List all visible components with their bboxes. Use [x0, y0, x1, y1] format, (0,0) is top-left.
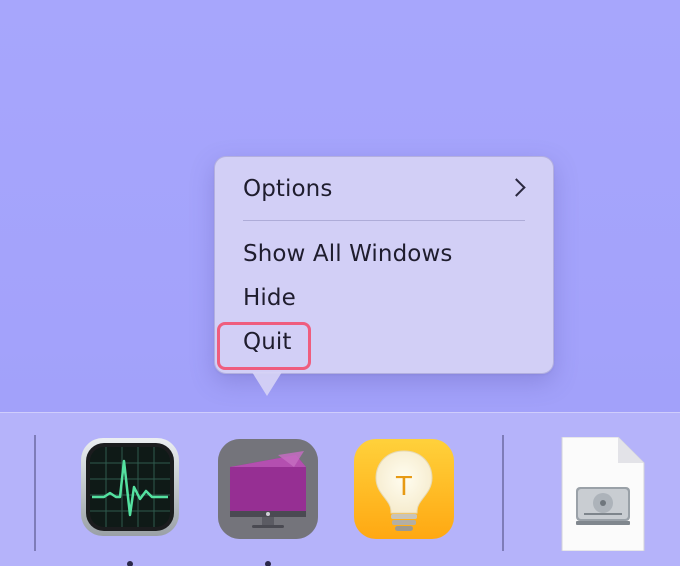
dock: T: [0, 412, 680, 566]
dock-app-tips[interactable]: T: [352, 437, 456, 541]
disk-image-file-icon: [561, 436, 645, 552]
running-indicator: [265, 561, 271, 566]
dock-divider: [34, 435, 36, 551]
svg-text:T: T: [395, 472, 412, 502]
menu-item-show-all-windows[interactable]: Show All Windows: [243, 241, 452, 267]
activity-monitor-icon: [81, 438, 179, 536]
dock-item-disk-image[interactable]: [556, 436, 650, 552]
menu-item-options[interactable]: Options: [243, 176, 332, 202]
menu-item-show-all-windows-label: Show All Windows: [243, 241, 453, 267]
menu-item-hide-label: Hide: [243, 285, 296, 311]
dock-app-activity-monitor[interactable]: [78, 437, 182, 541]
menu-item-hide[interactable]: Hide: [243, 285, 296, 311]
menu-pointer-arrow: [252, 372, 282, 396]
menu-item-options-label: Options: [243, 176, 333, 202]
dock-divider: [502, 435, 504, 551]
running-indicator: [127, 561, 133, 566]
tips-lightbulb-icon: T: [354, 439, 454, 539]
dock-context-menu: Options Show All Windows Hide Quit: [214, 156, 554, 374]
chevron-right-icon: [507, 178, 526, 197]
dock-app-purple-display[interactable]: [216, 437, 320, 541]
menu-item-quit-label: Quit: [243, 329, 292, 355]
purple-display-app-icon: [218, 439, 318, 539]
menu-item-quit[interactable]: Quit: [243, 329, 292, 355]
menu-separator: [243, 220, 525, 221]
